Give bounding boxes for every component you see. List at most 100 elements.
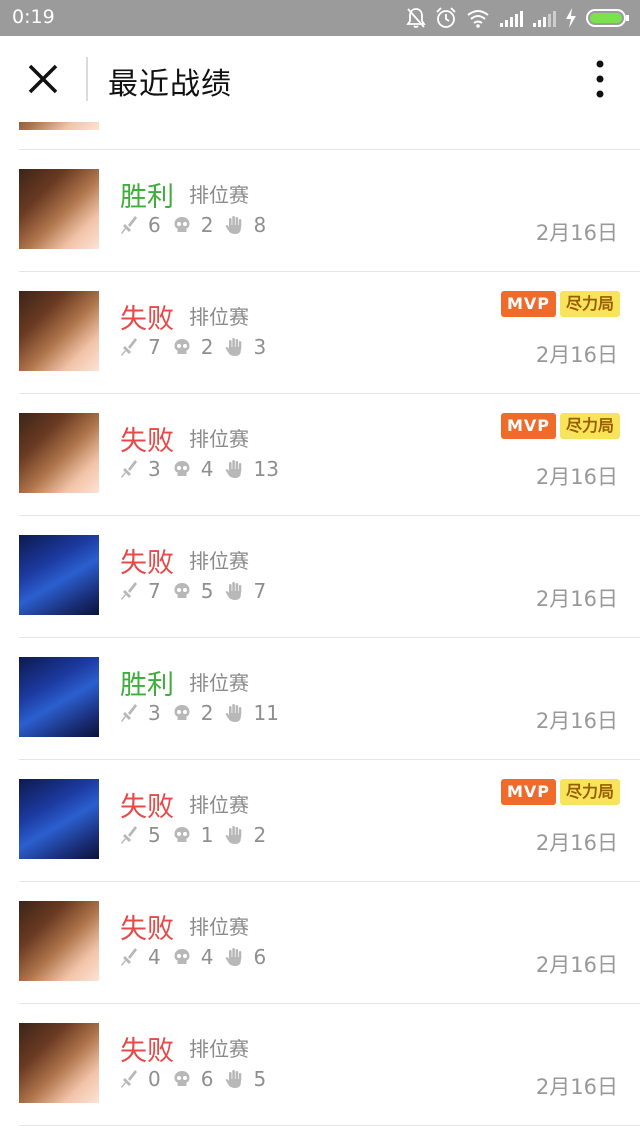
kda-stats: 4 4 6 bbox=[120, 944, 278, 970]
match-record-item[interactable]: 失败 排位赛 0 6 5 2月16日 bbox=[0, 1004, 640, 1125]
badge-group: MVP 尽力局 bbox=[500, 413, 620, 439]
hand-icon bbox=[225, 826, 242, 844]
kda-stats: 3 2 11 bbox=[120, 700, 291, 726]
more-vertical-icon bbox=[596, 60, 604, 98]
wifi-icon bbox=[467, 10, 489, 28]
alarm-icon bbox=[436, 7, 456, 28]
match-record-list[interactable]: 胜利 排位赛 6 2 8 2月16日 失败 排位赛 MVP 尽力局 7 2 3 … bbox=[0, 122, 640, 1137]
navigation-bar: 最近战绩 bbox=[0, 36, 640, 122]
match-mode: 排位赛 bbox=[189, 183, 249, 207]
match-date: 2月16日 bbox=[535, 953, 618, 977]
match-record-item[interactable]: 失败 排位赛 7 5 7 2月16日 bbox=[0, 516, 640, 637]
deaths-count: 2 bbox=[200, 213, 214, 237]
hand-icon bbox=[225, 948, 242, 966]
status-time: 0:19 bbox=[12, 6, 55, 28]
deaths-count: 4 bbox=[200, 457, 214, 481]
match-result: 胜利 bbox=[120, 182, 174, 213]
kills-count: 5 bbox=[148, 823, 161, 847]
kills-count: 3 bbox=[148, 701, 161, 725]
assists-count: 13 bbox=[253, 457, 279, 481]
assists-count: 5 bbox=[253, 1067, 267, 1091]
kills-count: 6 bbox=[148, 213, 161, 237]
hand-icon bbox=[225, 216, 242, 234]
hero-avatar bbox=[19, 122, 99, 130]
more-options-button[interactable] bbox=[590, 58, 610, 100]
status-icons bbox=[406, 6, 630, 30]
deaths-count: 2 bbox=[200, 335, 214, 359]
sword-icon bbox=[121, 216, 137, 234]
hero-avatar bbox=[19, 779, 99, 859]
battery-icon bbox=[586, 9, 629, 27]
hand-icon bbox=[225, 338, 242, 356]
sword-icon bbox=[121, 826, 137, 844]
match-date: 2月16日 bbox=[535, 709, 618, 733]
deaths-count: 6 bbox=[200, 1067, 214, 1091]
match-result: 失败 bbox=[120, 914, 174, 945]
match-date: 2月16日 bbox=[535, 221, 618, 245]
mvp-badge: MVP bbox=[500, 779, 556, 805]
badge-group: MVP 尽力局 bbox=[500, 291, 620, 317]
match-mode: 排位赛 bbox=[189, 1037, 249, 1061]
close-button[interactable] bbox=[22, 58, 64, 100]
hand-icon bbox=[225, 460, 242, 478]
page-title: 最近战绩 bbox=[108, 67, 232, 102]
sword-icon bbox=[121, 948, 137, 966]
match-date: 2月16日 bbox=[535, 1075, 618, 1099]
sword-icon bbox=[121, 460, 137, 478]
kills-count: 7 bbox=[148, 335, 161, 359]
hero-avatar bbox=[19, 169, 99, 249]
hero-avatar bbox=[19, 901, 99, 981]
nav-divider bbox=[86, 57, 88, 101]
badge-group: MVP 尽力局 bbox=[500, 779, 620, 805]
mvp-badge: MVP bbox=[500, 413, 556, 439]
match-record-item[interactable]: 失败 排位赛 MVP 尽力局 3 4 13 2月16日 bbox=[0, 394, 640, 515]
skull-icon bbox=[174, 705, 190, 720]
skull-icon bbox=[174, 949, 190, 964]
match-record-item[interactable]: 胜利 排位赛 6 2 8 2月16日 bbox=[0, 150, 640, 271]
skull-icon bbox=[174, 1071, 190, 1086]
partial-list-item bbox=[0, 122, 640, 150]
match-date: 2月16日 bbox=[535, 831, 618, 855]
hand-icon bbox=[225, 582, 242, 600]
kda-stats: 5 1 2 bbox=[120, 822, 278, 848]
kda-stats: 0 6 5 bbox=[120, 1066, 278, 1092]
signal-icon bbox=[500, 11, 523, 27]
assists-count: 3 bbox=[253, 335, 267, 359]
charging-icon bbox=[566, 8, 576, 28]
deaths-count: 1 bbox=[200, 823, 214, 847]
kills-count: 3 bbox=[148, 457, 161, 481]
bell-muted-icon bbox=[406, 8, 426, 28]
kda-stats: 7 5 7 bbox=[120, 578, 278, 604]
assists-count: 6 bbox=[253, 945, 267, 969]
match-result: 失败 bbox=[120, 426, 174, 457]
match-mode: 排位赛 bbox=[189, 671, 249, 695]
kda-stats: 6 2 8 bbox=[120, 212, 278, 238]
assists-count: 8 bbox=[253, 213, 267, 237]
skull-icon bbox=[174, 583, 190, 598]
hero-avatar bbox=[19, 413, 99, 493]
deaths-count: 5 bbox=[200, 579, 214, 603]
kills-count: 7 bbox=[148, 579, 161, 603]
match-result: 失败 bbox=[120, 1036, 174, 1067]
match-record-item[interactable]: 失败 排位赛 MVP 尽力局 7 2 3 2月16日 bbox=[0, 272, 640, 393]
match-mode: 排位赛 bbox=[189, 793, 249, 817]
match-record-item[interactable]: 失败 排位赛 MVP 尽力局 5 1 2 2月16日 bbox=[0, 760, 640, 881]
kills-count: 0 bbox=[148, 1067, 161, 1091]
match-date: 2月16日 bbox=[535, 465, 618, 489]
skull-icon bbox=[174, 339, 190, 354]
match-result: 失败 bbox=[120, 304, 174, 335]
hand-icon bbox=[225, 704, 242, 722]
hand-icon bbox=[225, 1070, 242, 1088]
sword-icon bbox=[121, 338, 137, 356]
match-result: 失败 bbox=[120, 792, 174, 823]
close-icon bbox=[28, 64, 58, 94]
skull-icon bbox=[174, 217, 190, 232]
hero-avatar bbox=[19, 1023, 99, 1103]
signal-icon bbox=[533, 11, 556, 27]
mvp-badge: MVP bbox=[500, 291, 556, 317]
match-record-item[interactable]: 胜利 排位赛 3 2 11 2月16日 bbox=[0, 638, 640, 759]
sword-icon bbox=[121, 704, 137, 722]
match-result: 失败 bbox=[120, 548, 174, 579]
match-record-item[interactable]: 失败 排位赛 4 4 6 2月16日 bbox=[0, 882, 640, 1003]
deaths-count: 2 bbox=[200, 701, 214, 725]
